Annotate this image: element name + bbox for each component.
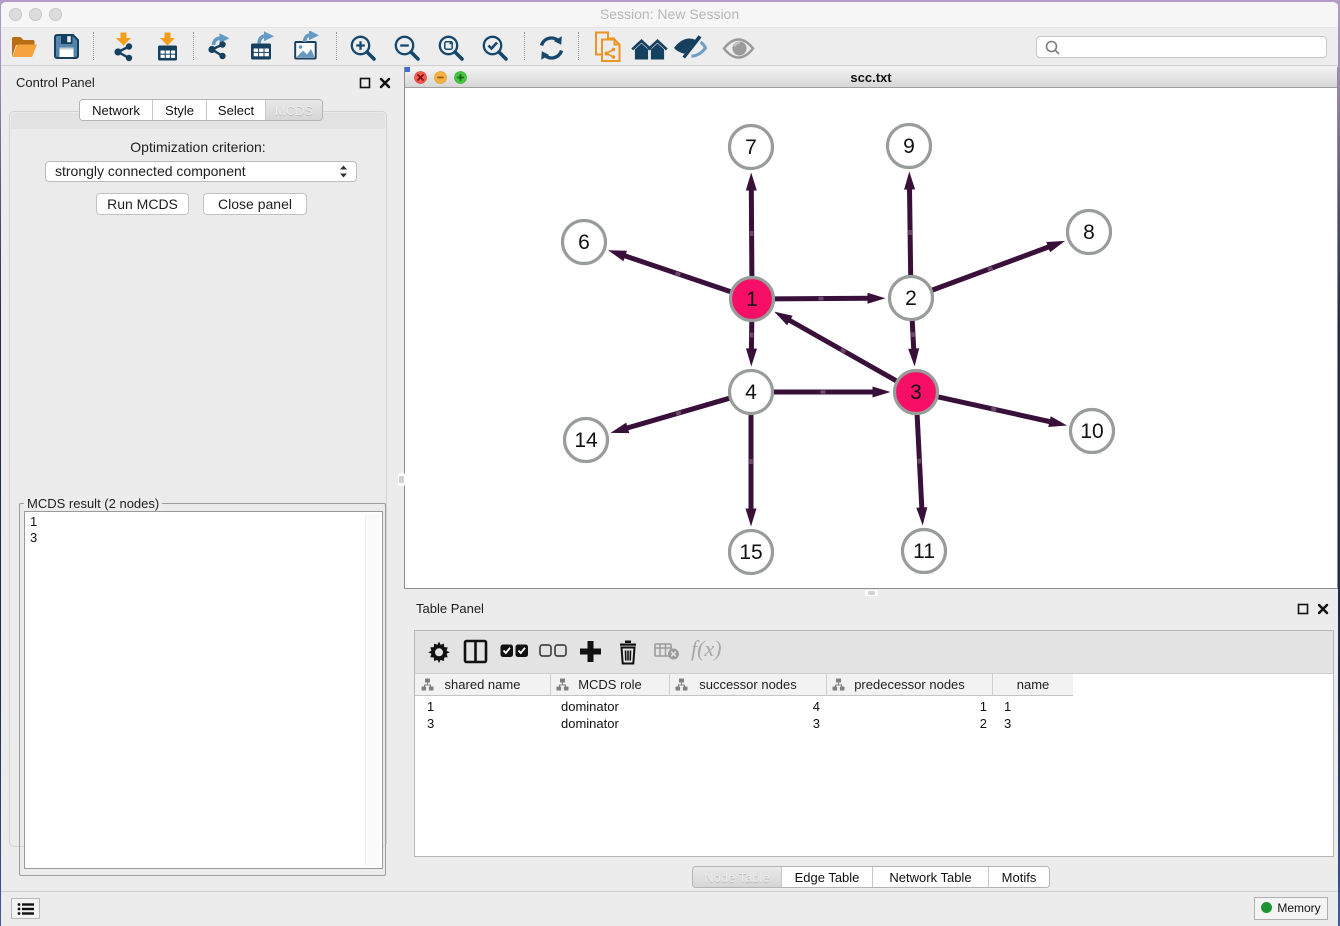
svg-text:9: 9 [903, 135, 915, 158]
svg-text:7: 7 [745, 136, 757, 159]
svg-text:14: 14 [574, 429, 598, 452]
svg-text:11: 11 [913, 540, 935, 563]
svg-text:15: 15 [739, 541, 762, 564]
svg-text:10: 10 [1080, 420, 1103, 443]
svg-text:2: 2 [905, 287, 917, 310]
svg-text:8: 8 [1083, 221, 1095, 244]
svg-text:4: 4 [745, 381, 757, 404]
svg-text:6: 6 [578, 231, 590, 254]
svg-text:3: 3 [910, 381, 922, 404]
svg-text:1: 1 [746, 288, 758, 311]
